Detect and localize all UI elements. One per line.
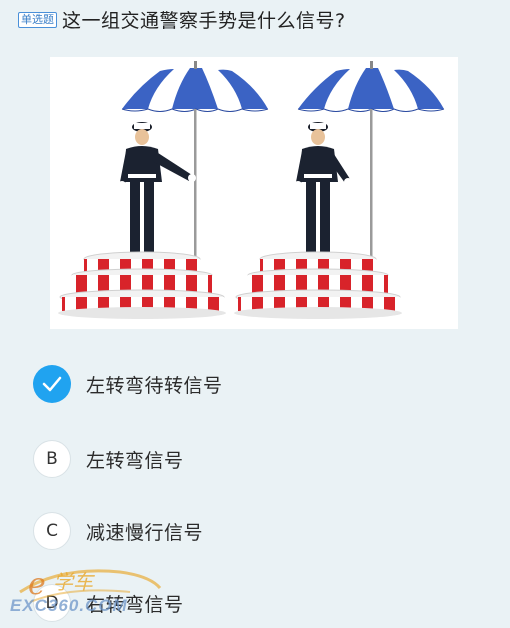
question-figure <box>50 57 458 329</box>
checkmark-icon <box>33 365 71 403</box>
option-b-label: 左转弯信号 <box>86 449 184 472</box>
question-header: 单选题 这一组交通警察手势是什么信号? <box>18 6 498 33</box>
option-b-marker: B <box>33 440 71 478</box>
question-type-badge: 单选题 <box>18 11 57 28</box>
platform-right <box>234 251 402 319</box>
option-a-label: 左转弯待转信号 <box>86 374 223 397</box>
option-c[interactable]: C 减速慢行信号 <box>33 512 473 550</box>
traffic-police-illustration <box>58 61 445 319</box>
police-figure-left <box>58 61 269 319</box>
option-c-label: 减速慢行信号 <box>86 521 204 544</box>
option-a[interactable]: 左转弯待转信号 <box>33 365 473 403</box>
option-d-label: 右转弯信号 <box>86 593 184 616</box>
question-text: 这一组交通警察手势是什么信号? <box>62 10 346 32</box>
officer-left <box>118 122 196 257</box>
platform-left <box>58 251 226 319</box>
officer-right <box>294 122 352 257</box>
option-d[interactable]: D 右转弯信号 <box>33 584 473 622</box>
option-d-marker: D <box>33 584 71 622</box>
option-b[interactable]: B 左转弯信号 <box>33 440 473 478</box>
option-c-marker: C <box>33 512 71 550</box>
